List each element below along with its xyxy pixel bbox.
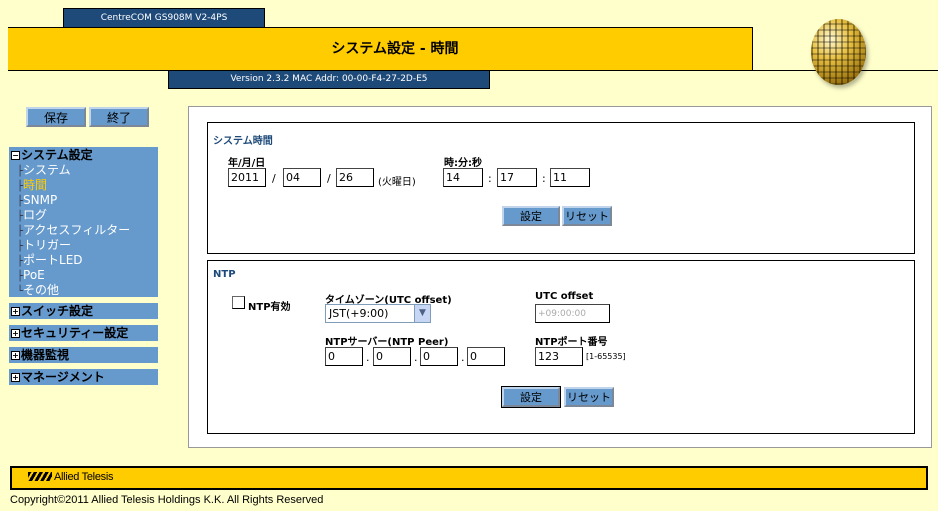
- day-input[interactable]: [336, 168, 374, 187]
- save-button[interactable]: 保存: [26, 107, 86, 127]
- ntp-section: NTP NTP有効 タイムゾーン(UTC offset) JST(+9:00) …: [207, 260, 915, 434]
- utc-offset-label: UTC offset: [535, 291, 594, 302]
- copyright-text: Copyright©2011 Allied Telesis Holdings K…: [10, 494, 324, 506]
- expand-icon[interactable]: +: [11, 307, 20, 316]
- chevron-down-icon[interactable]: ▼: [414, 305, 430, 322]
- minute-input[interactable]: [497, 168, 537, 187]
- timezone-select[interactable]: JST(+9:00) ▼: [325, 304, 431, 323]
- allied-telesis-logo: Allied Telesis: [28, 471, 113, 483]
- time-label: 時:分:秒: [444, 158, 482, 169]
- nav-item-port-led[interactable]: ├ポートLED: [9, 253, 158, 268]
- system-time-title: システム時間: [213, 136, 273, 147]
- ntp-peer-label: NTPサーバー(NTP Peer): [325, 337, 449, 348]
- expand-icon[interactable]: +: [11, 329, 20, 338]
- year-input[interactable]: [228, 168, 266, 187]
- ntp-peer-octet-2[interactable]: [373, 347, 411, 366]
- ip-separator: .: [414, 351, 418, 364]
- system-time-section: システム時間 年/月/日 / / (火曜日) 時:分:秒 : : 設定 リセット: [207, 122, 915, 254]
- ntp-port-range: [1-65535]: [586, 352, 626, 361]
- globe-logo-icon: [811, 19, 866, 85]
- timezone-value: JST(+9:00): [329, 307, 389, 320]
- model-tab: CentreCOM GS908M V2-4PS: [63, 8, 265, 28]
- main-panel: システム時間 年/月/日 / / (火曜日) 時:分:秒 : : 設定 リセット…: [188, 106, 932, 448]
- month-input[interactable]: [283, 168, 321, 187]
- utc-offset-field: [535, 304, 610, 323]
- ntp-peer-octet-3[interactable]: [420, 347, 458, 366]
- footer-bar: Allied Telesis: [10, 466, 928, 490]
- nav-head-system-settings[interactable]: − システム設定: [9, 147, 158, 163]
- ntp-enable-checkbox[interactable]: [232, 296, 245, 309]
- nav-group-management[interactable]: + マネージメント: [9, 369, 158, 385]
- ip-separator: .: [461, 351, 465, 364]
- nav-group-switch-settings[interactable]: + スイッチ設定: [9, 303, 158, 319]
- nav-group-device-monitoring[interactable]: + 機器監視: [9, 347, 158, 363]
- exit-button[interactable]: 終了: [89, 107, 149, 127]
- page-title: システム設定 - 時間: [8, 27, 753, 71]
- expand-icon[interactable]: +: [11, 351, 20, 360]
- weekday-label: (火曜日): [378, 177, 416, 188]
- expand-icon[interactable]: +: [11, 373, 20, 382]
- hour-input[interactable]: [443, 168, 483, 187]
- time-reset-button[interactable]: リセット: [562, 206, 612, 226]
- nav-head-label: システム設定: [21, 148, 93, 162]
- nav-group-security-settings[interactable]: + セキュリティー設定: [9, 325, 158, 341]
- date-label: 年/月/日: [228, 158, 266, 169]
- time-set-button[interactable]: 設定: [502, 206, 560, 226]
- nav-item-time[interactable]: ├時間: [9, 178, 158, 193]
- date-separator: /: [327, 172, 331, 185]
- ntp-set-button[interactable]: 設定: [501, 386, 561, 408]
- collapse-icon[interactable]: −: [11, 151, 20, 160]
- ntp-peer-octet-4[interactable]: [467, 347, 505, 366]
- version-info: Version 2.3.2 MAC Addr: 00-00-F4-27-2D-E…: [168, 70, 490, 89]
- nav-item-other[interactable]: └その他: [9, 283, 158, 298]
- nav-item-trigger[interactable]: ├トリガー: [9, 238, 158, 253]
- second-input[interactable]: [550, 168, 590, 187]
- ntp-port-label: NTPポート番号: [535, 337, 608, 348]
- time-separator: :: [488, 172, 492, 185]
- nav-item-access-filter[interactable]: ├アクセスフィルター: [9, 223, 158, 238]
- date-separator: /: [272, 172, 276, 185]
- ntp-reset-button[interactable]: リセット: [564, 387, 614, 407]
- ntp-port-input[interactable]: [535, 347, 583, 366]
- ntp-enable-label: NTP有効: [248, 302, 291, 313]
- ntp-title: NTP: [213, 269, 236, 280]
- nav-item-snmp[interactable]: ├SNMP: [9, 193, 158, 208]
- nav-item-system[interactable]: ├システム: [9, 163, 158, 178]
- nav-item-log[interactable]: ├ログ: [9, 208, 158, 223]
- ip-separator: .: [366, 351, 370, 364]
- brand-mark-icon: [28, 472, 52, 481]
- nav-group-system-settings: − システム設定 ├システム ├時間 ├SNMP ├ログ ├アクセスフィルター ├…: [9, 147, 158, 297]
- ntp-peer-octet-1[interactable]: [325, 347, 363, 366]
- nav-item-poe[interactable]: ├PoE: [9, 268, 158, 283]
- time-separator: :: [542, 172, 546, 185]
